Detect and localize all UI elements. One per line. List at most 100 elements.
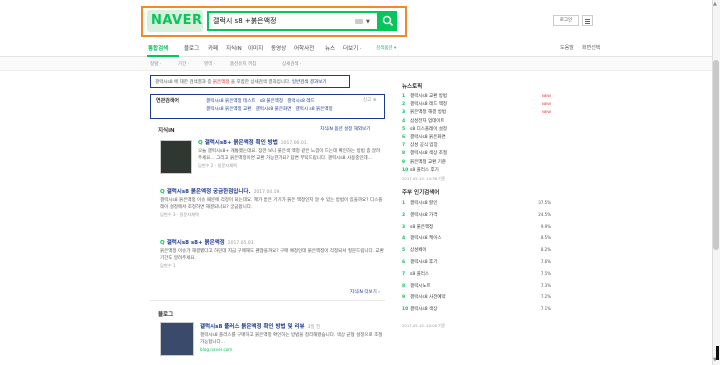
rank-number: 5 <box>402 248 406 254</box>
news-topic-item[interactable]: 6 갤럭시s8 붉은화면 <box>402 134 557 142</box>
result-title[interactable]: 갤럭시s8+ 붉은액정 확인 방법 <box>205 140 278 146</box>
naver-logo[interactable]: NAVER <box>147 10 203 32</box>
popular-search-item[interactable]: 4 갤럭시s8 케이스 8.5% <box>402 235 557 243</box>
related-link[interactable]: 갤럭시s8 붉은액정 테스트 <box>206 99 255 104</box>
popular-search-label: s8 붉은액정 <box>410 224 434 230</box>
filter-area[interactable]: 영역 · <box>204 61 215 67</box>
related-link[interactable]: 갤럭시s8 붉은액정 교환 <box>206 107 251 112</box>
filter-detail[interactable]: 상세검색 · <box>282 61 301 67</box>
kin-more-link[interactable]: 지식iN 더보기 › <box>350 289 380 295</box>
news-topic-item[interactable]: 3 붉은액정 해결 방법 NEW <box>402 109 557 117</box>
news-topic-item[interactable]: 7 삼성 공식 입장 <box>402 142 557 150</box>
rank-number: 9 <box>402 295 406 301</box>
popular-search-item[interactable]: 3 s8 붉은액정 9.9% <box>402 224 557 232</box>
general-search-link[interactable]: 일반검색 결과보기 <box>292 80 327 85</box>
related-link[interactable]: 갤럭시 s8 붉은액정 <box>296 107 333 112</box>
related-link[interactable]: s8 붉은액정 <box>260 99 283 104</box>
search-input[interactable]: 갤럭시 s8 +붉은액정 ▼ <box>207 11 379 31</box>
result-url[interactable]: blog.naver.com <box>200 347 385 352</box>
popular-search-title: 주부 인기검색어 <box>402 190 440 196</box>
menu-icon[interactable] <box>582 15 593 26</box>
popular-search-percent: 24.5% <box>538 211 551 217</box>
chevron-down-icon[interactable]: ▼ <box>366 19 370 25</box>
new-badge: NEW <box>542 109 551 115</box>
popular-search-item[interactable]: 8 갤럭시노트 7.3% <box>402 283 557 291</box>
search-button[interactable] <box>379 11 397 31</box>
rank-number: 4 <box>402 118 406 124</box>
rank-number: 2 <box>402 212 406 218</box>
news-topic-item[interactable]: 1 갤럭시s8 교환 방법 NEW <box>402 93 557 101</box>
scrollbar-thumb[interactable] <box>713 60 719 250</box>
popular-search-item[interactable]: 2 갤럭시s8 가격 24.5% <box>402 212 557 220</box>
popular-search-percent: 8.5% <box>540 235 551 241</box>
result-title[interactable]: 갤럭시s8 플러스 붉은액정 확인 방법 및 리뷰 <box>200 324 305 330</box>
result-snippet: 갤럭시s8 플러스를 구매하고 붉은액정 확인하는 방법을 정리해봤습니다. 색… <box>200 333 383 345</box>
news-topic-item[interactable]: 2 갤럭시s8 레드 액정 NEW <box>402 101 557 109</box>
news-topic-item[interactable]: 9 붉은액정 교환 기준 <box>402 159 557 167</box>
popular-search-item[interactable]: 7 s8 플러스 7.5% <box>402 271 557 279</box>
related-link[interactable]: 갤럭시s8 붉은화면 <box>256 107 292 112</box>
popular-search-item[interactable]: 5 삼성페이 8.2% <box>402 247 557 255</box>
news-topic-item[interactable]: 8 갤럭시s8 색상 조절 <box>402 150 557 158</box>
view-select-link[interactable]: 화면선택 <box>582 44 600 51</box>
news-topic-label: s8 플러스 후기 <box>410 167 439 173</box>
result-meta: 답변수 3 · 질문자채택 <box>160 212 199 217</box>
popular-search-item[interactable]: 6 갤럭시s8 후기 7.6% <box>402 259 557 267</box>
result-title[interactable]: 갤럭시s8 s8+ 붉은액정 <box>167 240 225 246</box>
news-topic-item[interactable]: 5 s8 디스플레이 설정 <box>402 126 557 134</box>
result-date: 2017.04.19. <box>253 190 281 195</box>
popular-search-percent: 7.6% <box>540 259 551 264</box>
notice-text: 갤럭시s8 에 대한 검색결과 중 붉은액정 을 포함한 상세검색 결과입니다.… <box>155 79 326 85</box>
news-topic-title: 뉴스토픽 <box>402 84 423 90</box>
keyboard-icon[interactable] <box>355 19 363 24</box>
tab-video[interactable]: 동영상 <box>271 44 286 52</box>
rank-number: 3 <box>402 224 406 230</box>
popular-search-item[interactable]: 9 갤럭시s8 사전예약 7.2% <box>402 294 557 302</box>
rank-number: 9 <box>402 159 406 165</box>
tab-more[interactable]: 더보기 · <box>343 44 362 52</box>
popular-search-label: 삼성페이 <box>410 248 427 254</box>
help-link[interactable]: 도움말 <box>560 44 574 51</box>
news-topic-label: 갤럭시s8 붉은화면 <box>410 135 446 140</box>
tab-dictionary[interactable]: 어학사전 <box>294 44 314 52</box>
tab-kin[interactable]: 지식iN <box>226 44 242 52</box>
popular-search-item[interactable]: 1 갤럭시s8 할인 37.5% <box>402 200 557 208</box>
popular-search-label: 갤럭시s8 가격 <box>410 212 438 218</box>
news-topic-item[interactable]: 10 s8 플러스 후기 <box>402 167 557 175</box>
related-close-button[interactable]: 신고 ⊗ <box>363 97 376 103</box>
popular-search-label: 갤럭시s8 할인 <box>410 201 438 206</box>
logo-text: NAVER <box>151 13 203 28</box>
kin-options-link[interactable]: 지식iN 옵션 설정 해외보기 <box>320 126 370 132</box>
news-topic-timestamp: 2017.05.15. 14:36 기준 <box>402 176 446 181</box>
login-button[interactable]: 로그인 <box>553 15 579 26</box>
popular-search-timestamp: 2017.05.15. 20:00 기준 <box>402 323 446 328</box>
result-thumbnail[interactable] <box>160 140 192 174</box>
tab-image[interactable]: 이미지 <box>248 44 263 52</box>
rank-number: 5 <box>402 126 406 132</box>
filter-sort[interactable]: 정렬 · <box>150 61 161 67</box>
tab-news[interactable]: 뉴스 <box>325 44 335 52</box>
rank-number: 10 <box>402 307 409 313</box>
related-links: 갤럭시s8 붉은액정 테스트 s8 붉은액정 갤럭시s8 레드 갤럭시s8 붉은… <box>206 98 376 114</box>
tab-all[interactable]: 통합검색 <box>148 44 168 52</box>
kin-result: Q 갤럭시s8+ 붉은액정 확인 방법 2017.06.01. 오늘 갤럭시s8+ … <box>198 138 383 169</box>
tab-blog[interactable]: 블로그 <box>184 44 199 52</box>
popular-search-label: 갤럭시s8 색상 <box>410 307 438 313</box>
filter-keep-option[interactable]: 옵션유지 꺼짐 <box>230 61 256 67</box>
tab-cafe[interactable]: 카페 <box>208 44 218 52</box>
scroll-up-icon[interactable]: ▲ <box>713 1 717 7</box>
notice-part1: 갤럭시s8 에 대한 검색결과 중 <box>155 80 213 85</box>
news-topic-label: s8 디스플레이 설정 <box>410 126 448 132</box>
rank-number: 6 <box>402 135 406 140</box>
news-topic-item[interactable]: 4 삼성전자 업데이트 <box>402 118 557 126</box>
result-title[interactable]: 갤럭시s8 붉은액정 궁금한점입니다. <box>167 189 251 195</box>
rank-number: 4 <box>402 236 406 242</box>
related-searches: 연관검색어 갤럭시s8 붉은액정 테스트 s8 붉은액정 갤럭시s8 레드 갤럭… <box>150 94 385 119</box>
popular-search-percent: 7.5% <box>540 270 551 276</box>
popular-search-item[interactable]: 10 갤럭시s8 색상 7.1% <box>402 306 557 314</box>
tab-search-options[interactable]: 검색옵션 ▾ <box>376 45 396 51</box>
news-topic-label: 갤럭시s8 레드 액정 <box>410 102 448 108</box>
blog-thumbnail[interactable] <box>160 322 194 356</box>
filter-period[interactable]: 기간 · <box>178 61 189 67</box>
related-link[interactable]: 갤럭시s8 레드 <box>287 99 314 104</box>
